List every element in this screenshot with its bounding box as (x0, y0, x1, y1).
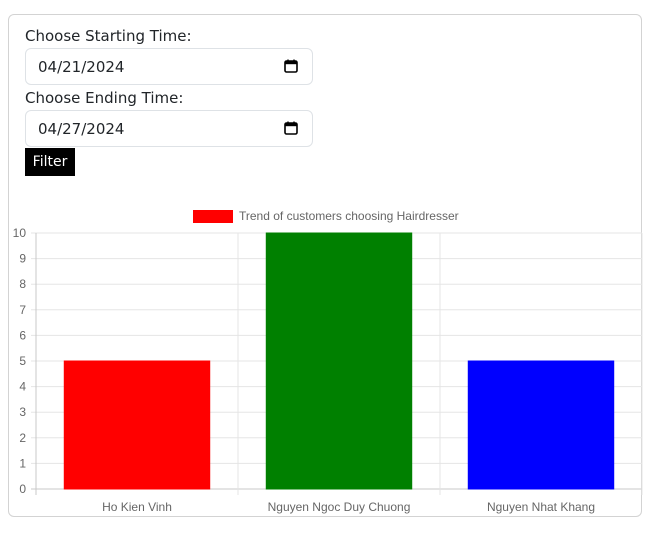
y-tick-label: 0 (19, 482, 26, 496)
y-tick-label: 9 (19, 252, 26, 266)
bar[interactable] (467, 360, 615, 490)
y-tick-label: 5 (19, 354, 26, 368)
y-tick-label: 7 (19, 303, 26, 317)
legend-swatch (193, 210, 233, 223)
y-tick-label: 1 (19, 456, 26, 470)
bar[interactable] (63, 360, 211, 490)
x-tick-label: Nguyen Ngoc Duy Chuong (268, 500, 411, 514)
y-tick-label: 3 (19, 405, 26, 419)
y-tick-label: 8 (19, 277, 26, 291)
legend-label: Trend of customers choosing Hairdresser (239, 209, 459, 223)
y-tick-label: 10 (13, 226, 27, 240)
y-tick-label: 4 (19, 380, 26, 394)
bar[interactable] (265, 232, 413, 490)
bar-chart: 0 1 2 3 4 5 6 7 8 9 10 Ho Kien Vinh Nguyen Ngoc Duy … (13, 209, 643, 514)
y-tick-label: 6 (19, 328, 26, 342)
y-tick-label: 2 (19, 431, 26, 445)
x-tick-label: Ho Kien Vinh (102, 500, 172, 514)
x-tick-label: Nguyen Nhat Khang (487, 500, 595, 514)
